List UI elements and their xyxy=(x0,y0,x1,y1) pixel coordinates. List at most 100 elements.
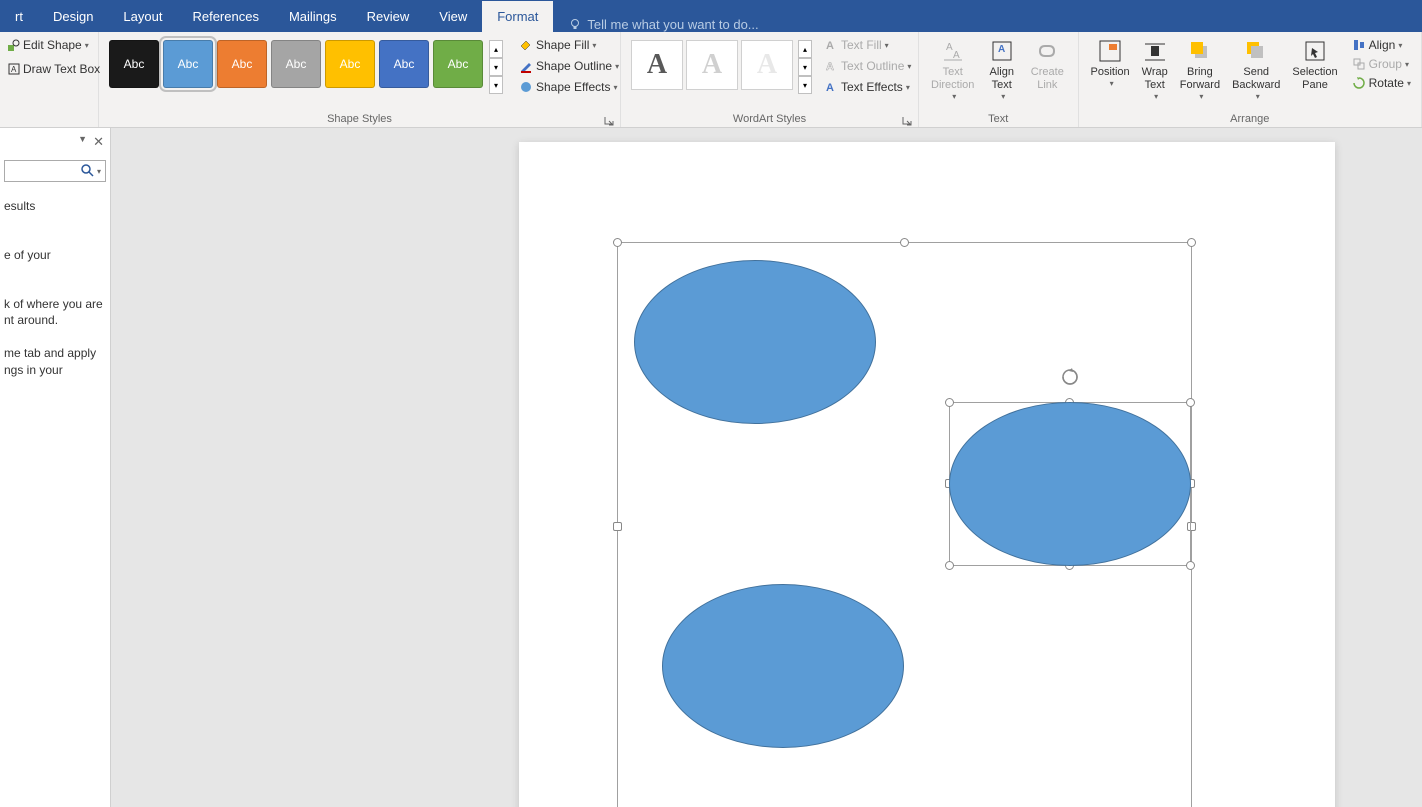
svg-text:A: A xyxy=(826,82,834,94)
sidebar-text-2: k of where you are xyxy=(4,296,106,313)
text-effects-button[interactable]: A Text Effects xyxy=(820,78,915,96)
text-box-icon: A xyxy=(8,63,20,75)
page[interactable] xyxy=(519,142,1335,807)
bring-forward-button[interactable]: Bring Forward xyxy=(1174,36,1226,104)
align-label: Align xyxy=(1369,38,1396,52)
svg-text:A: A xyxy=(826,61,834,73)
position-button[interactable]: Position xyxy=(1085,36,1136,91)
svg-text:A: A xyxy=(998,44,1005,55)
wordart-up-button[interactable]: ▴ xyxy=(798,40,812,58)
svg-text:A: A xyxy=(826,40,834,52)
wordart-launcher[interactable] xyxy=(902,113,914,125)
selection-pane-button[interactable]: Selection Pane xyxy=(1286,36,1343,94)
wrap-text-button[interactable]: Wrap Text xyxy=(1136,36,1174,104)
edit-shape-button[interactable]: Edit Shape xyxy=(4,36,94,54)
rotate-handle[interactable] xyxy=(1060,367,1080,387)
edit-shape-icon xyxy=(8,39,20,51)
ellipse-shape-2[interactable] xyxy=(949,402,1191,566)
shape-outline-button[interactable]: Shape Outline xyxy=(515,57,623,75)
wrap-text-label: Wrap Text xyxy=(1142,66,1168,92)
align-text-button[interactable]: A Align Text xyxy=(980,36,1023,104)
shape-fill-label: Shape Fill xyxy=(536,38,589,52)
draw-text-box-label: Draw Text Box xyxy=(23,62,100,76)
send-backward-button[interactable]: Send Backward xyxy=(1226,36,1286,104)
shape-swatch-5[interactable]: Abc xyxy=(379,40,429,88)
tell-me-placeholder: Tell me what you want to do... xyxy=(587,17,758,32)
shape-effects-button[interactable]: Shape Effects xyxy=(515,78,623,96)
tab-format[interactable]: Format xyxy=(482,1,553,32)
ellipse-shape-3[interactable] xyxy=(662,584,904,748)
arrange-group: Position Wrap Text Bring Forward Send Ba… xyxy=(1079,32,1422,127)
shape-swatch-0[interactable]: Abc xyxy=(109,40,159,88)
wordart-nav: ▴ ▾ ▾ xyxy=(798,40,812,94)
sidebar-text-4: me tab and apply xyxy=(4,345,106,362)
wordart-gallery: A A A ▴ ▾ ▾ xyxy=(627,36,816,98)
lightbulb-icon xyxy=(568,18,582,32)
gallery-nav: ▴ ▾ ▾ xyxy=(489,40,503,94)
shape-styles-group: Abc Abc Abc Abc Abc Abc Abc ▴ ▾ ▾ Shape … xyxy=(99,32,621,127)
position-icon xyxy=(1097,38,1123,64)
align-text-label: Align Text xyxy=(986,66,1017,92)
rotate-label: Rotate xyxy=(1369,76,1404,90)
shape-swatch-6[interactable]: Abc xyxy=(433,40,483,88)
close-pane-button[interactable]: ✕ xyxy=(93,134,104,150)
shape-swatch-2[interactable]: Abc xyxy=(217,40,267,88)
rotate-icon xyxy=(1352,76,1366,90)
text-fill-icon: A xyxy=(824,38,838,52)
ribbon: Edit Shape A Draw Text Box Abc Abc Abc A… xyxy=(0,32,1422,128)
tab-mailings[interactable]: Mailings xyxy=(274,1,352,32)
wordart-label: WordArt Styles xyxy=(627,111,912,127)
document-canvas[interactable] xyxy=(111,128,1422,807)
paint-bucket-icon xyxy=(519,38,533,52)
text-direction-button: AA Text Direction xyxy=(925,36,980,104)
svg-text:A: A xyxy=(953,50,960,61)
draw-text-box-button[interactable]: A Draw Text Box xyxy=(4,60,94,78)
arrange-label: Arrange xyxy=(1085,111,1416,127)
text-effects-label: Text Effects xyxy=(841,80,903,94)
shape-swatch-4[interactable]: Abc xyxy=(325,40,375,88)
create-link-button: Create Link xyxy=(1023,36,1071,94)
search-box[interactable]: ▾ xyxy=(4,160,106,182)
wordart-swatch-0[interactable]: A xyxy=(631,40,683,90)
navigation-pane: ▼ ✕ ▾ esults e of your k of where you ar… xyxy=(0,128,111,807)
wordart-down-button[interactable]: ▾ xyxy=(798,58,812,76)
tell-me-search[interactable]: Tell me what you want to do... xyxy=(553,17,773,32)
svg-text:A: A xyxy=(11,65,17,74)
wordart-styles-group: A A A ▴ ▾ ▾ A Text Fill A Text Outline xyxy=(621,32,919,127)
bring-forward-label: Bring Forward xyxy=(1180,66,1220,92)
shape-fill-button[interactable]: Shape Fill xyxy=(515,36,623,54)
shape-styles-label: Shape Styles xyxy=(105,111,614,127)
tab-insert[interactable]: rt xyxy=(0,1,38,32)
gallery-up-button[interactable]: ▴ xyxy=(489,40,503,58)
shape-swatch-1[interactable]: Abc xyxy=(163,40,213,88)
tab-layout[interactable]: Layout xyxy=(108,1,177,32)
text-direction-icon: AA xyxy=(940,38,966,64)
group-button: Group xyxy=(1348,55,1415,73)
tab-view[interactable]: View xyxy=(424,1,482,32)
position-label: Position xyxy=(1091,66,1130,79)
sidebar-results-heading: esults xyxy=(4,198,106,215)
tab-design[interactable]: Design xyxy=(38,1,108,32)
tab-references[interactable]: References xyxy=(177,1,273,32)
rotate-button[interactable]: Rotate xyxy=(1348,74,1415,92)
gallery-more-button[interactable]: ▾ xyxy=(489,76,503,94)
shape-swatch-3[interactable]: Abc xyxy=(271,40,321,88)
text-fill-label: Text Fill xyxy=(841,38,882,52)
align-button[interactable]: Align xyxy=(1348,36,1415,54)
shape-effects-label: Shape Effects xyxy=(536,80,611,94)
pane-options-button[interactable]: ▼ xyxy=(78,134,87,150)
search-icon xyxy=(81,164,95,178)
shape-styles-launcher[interactable] xyxy=(604,113,616,125)
align-icon xyxy=(1352,38,1366,52)
tab-review[interactable]: Review xyxy=(352,1,425,32)
text-effects-icon: A xyxy=(824,80,838,94)
text-fill-button[interactable]: A Text Fill xyxy=(820,36,915,54)
wordart-swatch-2[interactable]: A xyxy=(741,40,793,90)
selection-pane-label: Selection Pane xyxy=(1292,66,1337,92)
text-outline-button[interactable]: A Text Outline xyxy=(820,57,915,75)
wordart-more-button[interactable]: ▾ xyxy=(798,76,812,94)
gallery-down-button[interactable]: ▾ xyxy=(489,58,503,76)
sidebar-text-1: e of your xyxy=(4,247,106,264)
wordart-swatch-1[interactable]: A xyxy=(686,40,738,90)
ellipse-shape-1[interactable] xyxy=(634,260,876,424)
